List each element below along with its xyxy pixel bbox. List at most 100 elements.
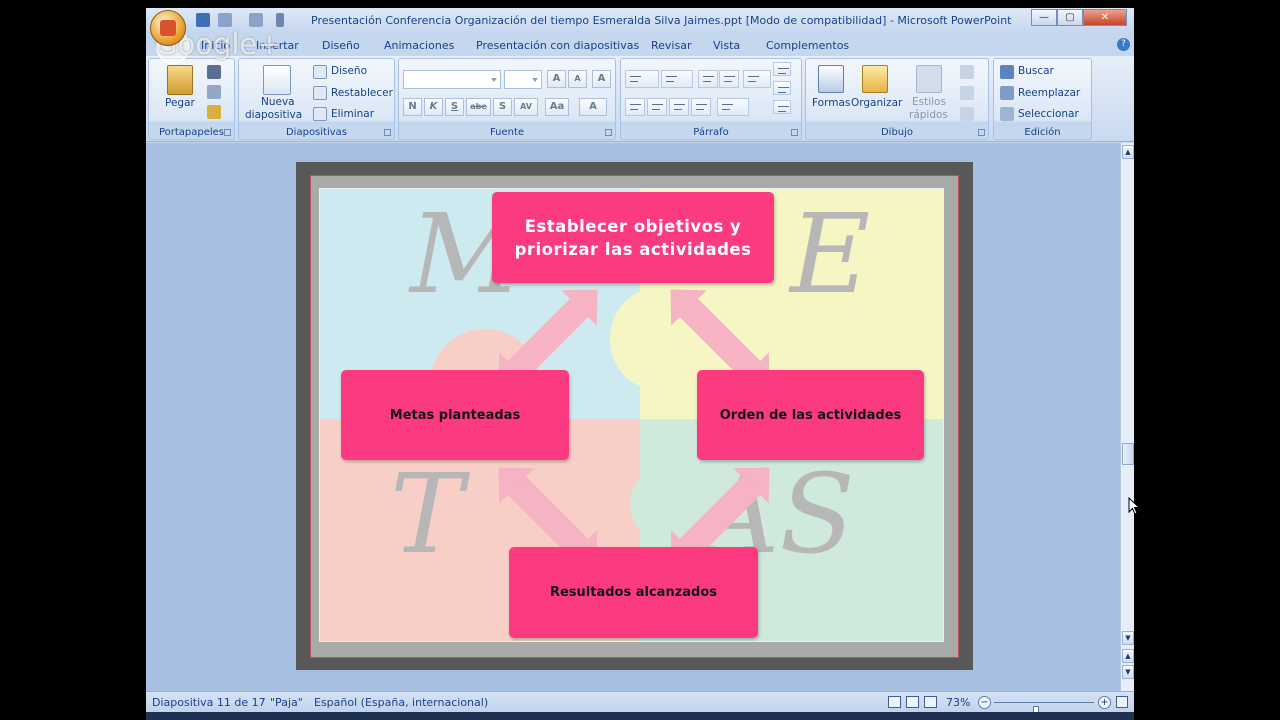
quick-styles-label-1[interactable]: Estilos [912,96,946,108]
clear-format-button[interactable]: A [592,70,611,88]
tab-complementos[interactable]: Complementos [766,39,849,52]
delete-button[interactable]: Eliminar [331,108,374,120]
ribbon-tabs: Inicio Insertar Diseño Animaciones Prese… [146,34,1134,56]
numbering-button[interactable] [661,70,693,88]
language-indicator[interactable]: Español (España, internacional) [314,696,488,709]
select-icon[interactable] [1000,107,1014,121]
smartart-button[interactable] [773,100,791,114]
fit-to-window-icon[interactable] [1116,696,1128,708]
dialog-launcher-icon[interactable] [605,129,612,136]
layout-button[interactable]: Diseño [331,65,367,77]
layout-icon[interactable] [313,65,327,79]
close-button[interactable]: ✕ [1083,9,1127,26]
box-metas-planteadas[interactable]: Metas planteadas [341,370,569,460]
scroll-down-icon[interactable]: ▼ [1122,631,1134,645]
tab-diseno[interactable]: Diseño [322,39,360,52]
paste-icon[interactable] [167,65,193,95]
new-slide-label-1[interactable]: Nueva [261,96,295,108]
shapes-icon[interactable] [818,65,844,93]
customize-qat-icon[interactable] [276,13,284,27]
tab-animaciones[interactable]: Animaciones [384,39,454,52]
delete-slide-icon[interactable] [313,107,327,121]
quick-styles-label-2[interactable]: rápidos [909,109,948,121]
align-center-button[interactable] [647,98,667,116]
office-button[interactable] [150,10,186,46]
slideshow-view-icon[interactable] [924,696,937,708]
shape-outline-icon[interactable] [960,86,974,100]
dialog-launcher-icon[interactable] [978,129,985,136]
bullets-button[interactable] [625,70,659,88]
tab-vista[interactable]: Vista [713,39,740,52]
strikethrough-button[interactable]: abe [466,98,491,116]
shadow-button[interactable]: S [493,98,512,116]
slide-canvas[interactable]: M E T AS Establecer objetivos y prioriza… [319,188,944,642]
redo-icon[interactable] [249,13,263,27]
decrease-indent-button[interactable] [698,70,718,88]
quick-styles-icon[interactable] [916,65,942,93]
grow-font-button[interactable]: A [547,70,566,88]
new-slide-label-2[interactable]: diapositiva [245,109,302,121]
align-text-button[interactable] [773,81,791,95]
font-size-combo[interactable] [504,70,542,89]
shape-fill-icon[interactable] [960,65,974,79]
text-direction-button[interactable] [773,62,791,76]
new-slide-icon[interactable] [263,65,291,95]
maximize-button[interactable]: ▢ [1057,9,1083,26]
box-top-line-2: priorizar las actividades [514,239,752,259]
char-spacing-button[interactable]: AV [514,98,538,116]
shrink-font-button[interactable]: A [568,70,587,88]
change-case-button[interactable]: Aa [545,98,569,116]
minimize-button[interactable]: — [1031,9,1057,26]
save-icon[interactable] [196,13,210,27]
normal-view-icon[interactable] [888,696,901,708]
box-establecer-objetivos[interactable]: Establecer objetivos y priorizar las act… [492,192,774,283]
box-resultados-alcanzados[interactable]: Resultados alcanzados [509,547,758,638]
tab-presentacion[interactable]: Presentación con diapositivas [476,39,639,52]
box-orden-actividades[interactable]: Orden de las actividades [697,370,924,460]
font-color-button[interactable]: A [579,98,607,116]
previous-slide-icon[interactable]: ▲ [1122,649,1134,663]
copy-icon[interactable] [207,85,221,99]
replace-button[interactable]: Reemplazar [1018,87,1080,99]
line-spacing-button[interactable] [743,70,771,88]
bold-button[interactable]: N [403,98,422,116]
align-left-button[interactable] [625,98,645,116]
underline-button[interactable]: S [445,98,464,116]
select-button[interactable]: Seleccionar [1018,108,1079,120]
arrange-icon[interactable] [862,65,888,93]
slide-sorter-icon[interactable] [906,696,919,708]
zoom-out-icon[interactable]: − [978,696,991,709]
reset-button[interactable]: Restablecer [331,87,393,99]
font-name-combo[interactable] [403,70,501,89]
watermark-letter-t: T [390,450,464,578]
columns-button[interactable] [717,98,749,116]
undo-icon[interactable] [218,13,232,27]
arrange-button[interactable]: Organizar [851,97,902,109]
scroll-up-icon[interactable]: ▲ [1122,145,1134,159]
reset-icon[interactable] [313,86,327,100]
find-icon[interactable] [1000,65,1014,79]
replace-icon[interactable] [1000,86,1014,100]
dialog-launcher-icon[interactable] [791,129,798,136]
shapes-button[interactable]: Formas [812,97,850,109]
zoom-in-icon[interactable]: + [1098,696,1111,709]
scrollbar-thumb[interactable] [1122,443,1134,465]
group-label: Portapapeles [158,127,225,138]
zoom-level[interactable]: 73% [946,696,970,709]
dialog-launcher-icon[interactable] [224,129,231,136]
italic-button[interactable]: K [424,98,443,116]
next-slide-icon[interactable]: ▼ [1122,665,1134,679]
help-icon[interactable]: ? [1117,38,1130,51]
dialog-launcher-icon[interactable] [384,129,391,136]
increase-indent-button[interactable] [719,70,739,88]
align-right-button[interactable] [669,98,689,116]
format-painter-icon[interactable] [207,105,221,119]
shape-effects-icon[interactable] [960,107,974,121]
paste-button[interactable]: Pegar [165,97,195,109]
find-button[interactable]: Buscar [1018,65,1054,77]
justify-button[interactable] [691,98,711,116]
tab-revisar[interactable]: Revisar [651,39,691,52]
cut-icon[interactable] [207,65,221,79]
zoom-slider[interactable] [994,702,1094,718]
vertical-scrollbar[interactable]: ▲ ▼ ▲ ▼ [1120,143,1134,691]
